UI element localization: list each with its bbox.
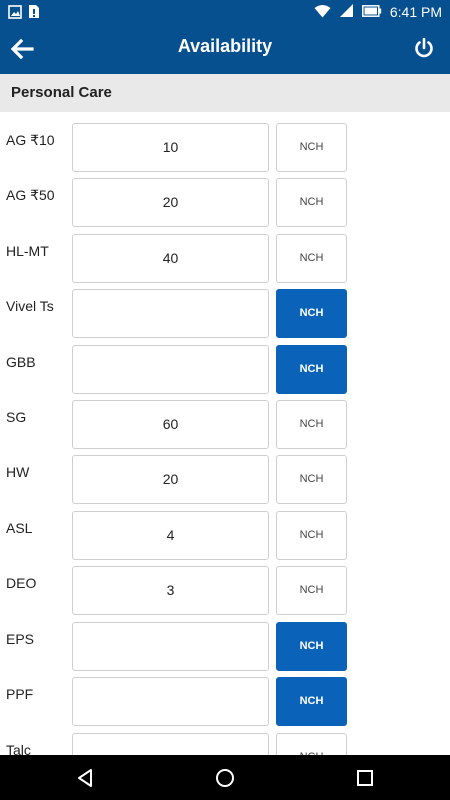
list-item: AG ₹10 10 NCH <box>0 112 450 172</box>
quantity-input[interactable]: 3 <box>72 566 269 615</box>
sim-card-icon <box>28 4 40 24</box>
item-label: AG ₹50 <box>6 187 55 203</box>
quantity-input[interactable]: 10 <box>72 123 269 172</box>
wifi-icon <box>314 4 331 21</box>
section-header: Personal Care <box>0 74 450 112</box>
quantity-input[interactable] <box>72 677 269 726</box>
item-label: Vivel Ts <box>6 298 54 314</box>
item-label: DEO <box>6 575 37 591</box>
list-item: ASL 4 NCH <box>0 500 450 560</box>
list-item: EPS NCH <box>0 611 450 671</box>
nch-button[interactable]: NCH <box>276 511 347 560</box>
home-circle-icon[interactable] <box>214 767 236 789</box>
list-item: PPF NCH <box>0 666 450 726</box>
quantity-input[interactable]: 20 <box>72 178 269 227</box>
signal-icon <box>339 3 354 21</box>
section-title: Personal Care <box>11 84 112 101</box>
list-item: GBB NCH <box>0 334 450 394</box>
quantity-input[interactable]: 4 <box>72 511 269 560</box>
quantity-input[interactable]: 60 <box>72 400 269 449</box>
nch-button[interactable]: NCH <box>276 289 347 338</box>
list-item: AG ₹50 20 NCH <box>0 167 450 227</box>
nch-button[interactable]: NCH <box>276 622 347 671</box>
item-label: HW <box>6 464 30 480</box>
quantity-input[interactable] <box>72 622 269 671</box>
navigation-bar <box>0 755 450 800</box>
quantity-input[interactable]: 40 <box>72 234 269 283</box>
power-icon[interactable] <box>412 36 436 60</box>
item-label: HL-MT <box>6 243 49 259</box>
app-bar: Availability <box>0 24 450 74</box>
quantity-input[interactable] <box>72 289 269 338</box>
nch-button[interactable]: NCH <box>276 345 347 394</box>
quantity-input[interactable]: 20 <box>72 455 269 504</box>
list-item: HL-MT 40 NCH <box>0 223 450 283</box>
recents-square-icon[interactable] <box>354 767 376 789</box>
item-label: PPF <box>6 686 34 702</box>
page-title: Availability <box>177 36 273 56</box>
image-icon <box>8 4 22 24</box>
nch-button[interactable]: NCH <box>276 455 347 504</box>
availability-list[interactable]: AG ₹10 10 NCH AG ₹50 20 NCH HL-MT 40 NCH… <box>0 112 450 755</box>
status-bar: 6:41 PM <box>0 0 450 24</box>
item-label: Talc <box>6 742 31 755</box>
item-label: ASL <box>6 520 33 536</box>
nch-button[interactable]: NCH <box>276 677 347 726</box>
quantity-input[interactable] <box>72 345 269 394</box>
status-time: 6:41 PM <box>389 4 442 20</box>
item-label: GBB <box>6 354 36 370</box>
list-item: Talc NCH <box>0 722 450 755</box>
nch-button[interactable]: NCH <box>276 733 347 755</box>
battery-icon <box>361 4 382 20</box>
back-triangle-icon[interactable] <box>74 767 96 789</box>
list-item: SG 60 NCH <box>0 389 450 449</box>
nch-button[interactable]: NCH <box>276 123 347 172</box>
nch-button[interactable]: NCH <box>276 400 347 449</box>
list-item: HW 20 NCH <box>0 444 450 504</box>
nch-button[interactable]: NCH <box>276 234 347 283</box>
item-label: EPS <box>6 631 35 647</box>
item-label: AG ₹10 <box>6 132 55 148</box>
list-item: DEO 3 NCH <box>0 555 450 615</box>
quantity-input[interactable] <box>72 733 269 755</box>
list-item: Vivel Ts NCH <box>0 278 450 338</box>
item-label: SG <box>6 409 27 425</box>
nch-button[interactable]: NCH <box>276 566 347 615</box>
nch-button[interactable]: NCH <box>276 178 347 227</box>
